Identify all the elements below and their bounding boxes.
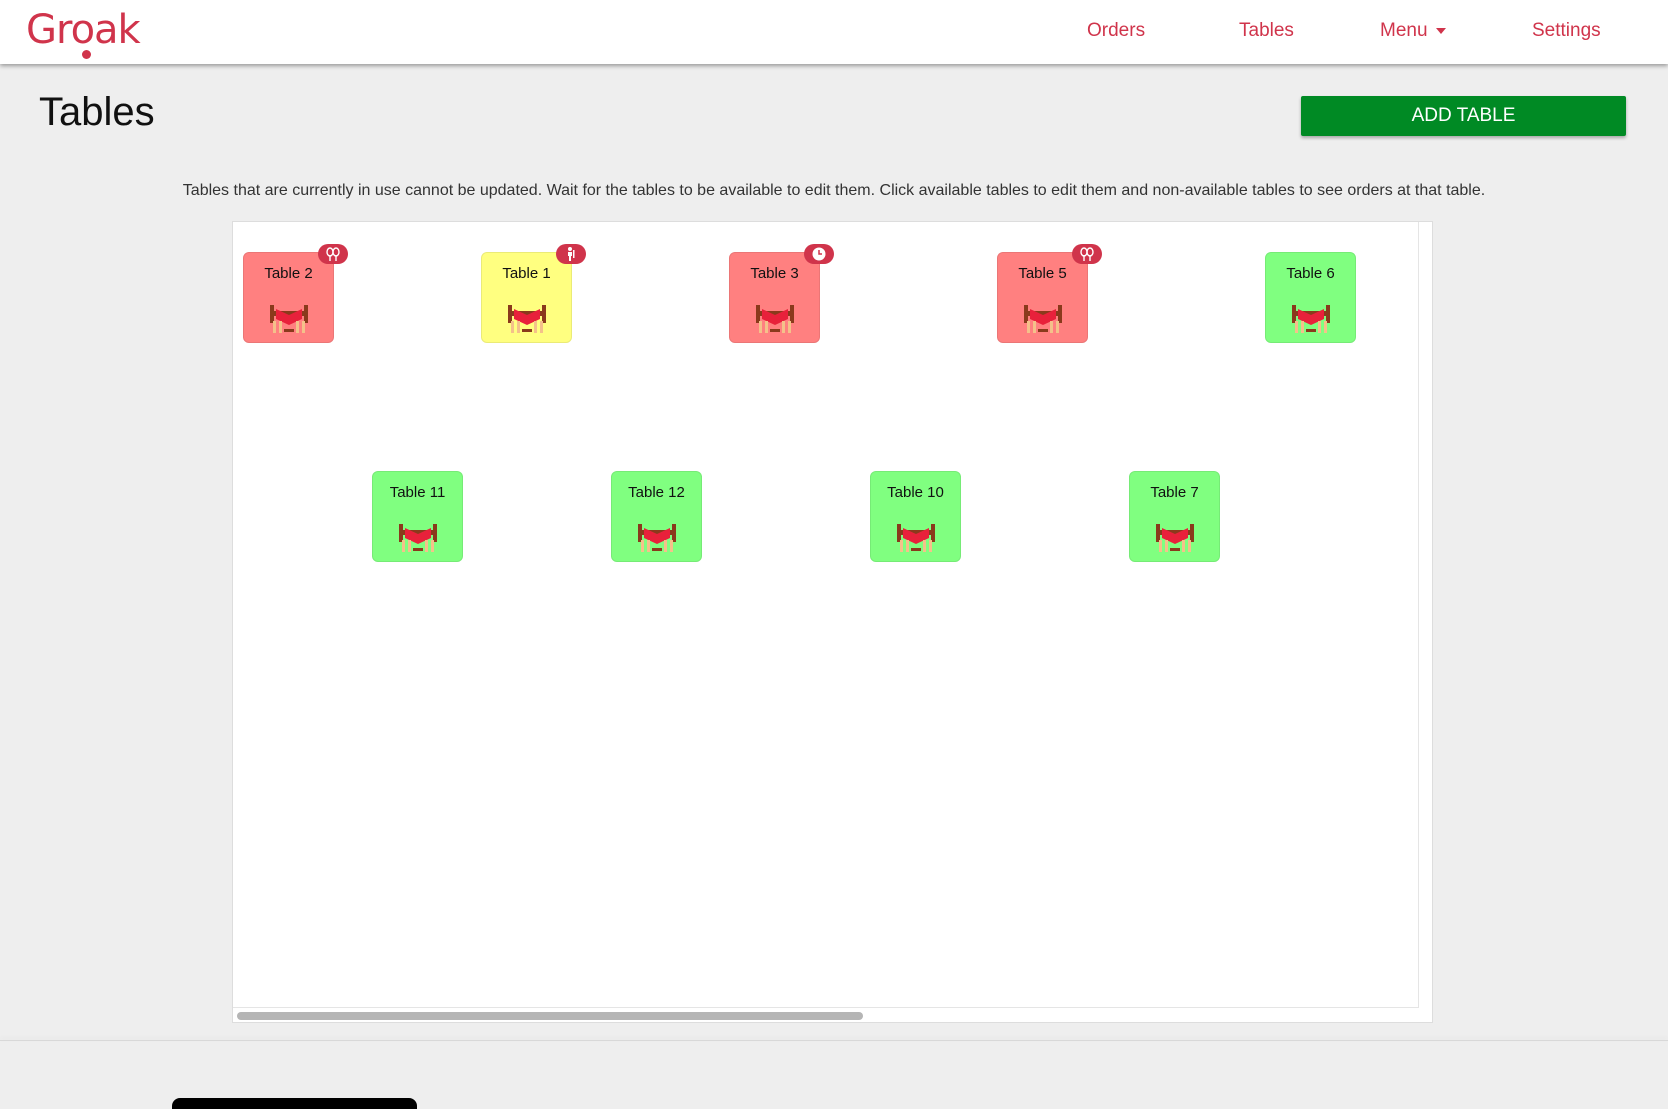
clock-icon (812, 247, 826, 261)
dining-table-icon (756, 305, 794, 333)
table-card[interactable]: Table 12 (611, 471, 702, 562)
dining-table-icon (270, 305, 308, 333)
table-card[interactable]: Table 3 (729, 244, 834, 343)
logo-text: Groak (26, 7, 141, 53)
table-label: Table 6 (1286, 265, 1335, 282)
nav-orders-link[interactable]: Orders (1087, 20, 1145, 42)
top-navbar: Groak Orders Tables Menu Settings (0, 0, 1668, 64)
page-title: Tables (39, 90, 155, 134)
caret-down-icon (1435, 27, 1446, 34)
table-label: Table 12 (628, 484, 685, 501)
table-status-badge (1072, 244, 1102, 264)
logo-dot (82, 50, 91, 59)
dining-table-icon (638, 524, 676, 552)
tables-info-text: Tables that are currently in use cannot … (182, 182, 1486, 199)
table-label: Table 10 (887, 484, 944, 501)
app-store-badge[interactable] (172, 1098, 417, 1109)
cutlery-icon (326, 247, 340, 261)
dining-table-icon (508, 305, 546, 333)
table-status-badge (804, 244, 834, 264)
table-label: Table 11 (389, 484, 446, 501)
waiter-icon (568, 247, 575, 261)
floor-canvas: Table 2 Table 1 Table 3 Table 5 Table 6 … (233, 222, 1419, 1008)
dining-table-icon (399, 524, 437, 552)
dining-table-icon (1292, 305, 1330, 333)
table-card[interactable]: Table 2 (243, 244, 348, 343)
nav-settings-link[interactable]: Settings (1532, 20, 1601, 42)
table-card[interactable]: Table 5 (997, 244, 1102, 343)
footer-divider (0, 1040, 1668, 1041)
table-label: Table 5 (1018, 265, 1067, 282)
nav-tables-link[interactable]: Tables (1239, 20, 1294, 42)
nav-menu-label: Menu (1380, 20, 1428, 41)
dining-table-icon (897, 524, 935, 552)
table-status-badge (318, 244, 348, 264)
table-card[interactable]: Table 10 (870, 471, 961, 562)
table-card[interactable]: Table 6 (1265, 252, 1356, 343)
table-card[interactable]: Table 7 (1129, 471, 1220, 562)
horizontal-scrollbar[interactable] (233, 1010, 1433, 1022)
dining-table-icon (1024, 305, 1062, 333)
nav-menu-dropdown[interactable]: Menu (1380, 20, 1446, 42)
cutlery-icon (1080, 247, 1094, 261)
table-status-badge (556, 244, 586, 264)
table-card[interactable]: Table 11 (372, 471, 463, 562)
groak-logo[interactable]: Groak (26, 4, 141, 59)
add-table-button[interactable]: ADD TABLE (1301, 96, 1626, 136)
scrollbar-thumb[interactable] (237, 1012, 863, 1020)
table-label: Table 1 (502, 265, 551, 282)
table-card[interactable]: Table 1 (481, 244, 586, 343)
table-floor-plan: Table 2 Table 1 Table 3 Table 5 Table 6 … (232, 221, 1433, 1023)
dining-table-icon (1156, 524, 1194, 552)
table-label: Table 2 (264, 265, 313, 282)
table-label: Table 3 (750, 265, 799, 282)
table-label: Table 7 (1150, 484, 1199, 501)
